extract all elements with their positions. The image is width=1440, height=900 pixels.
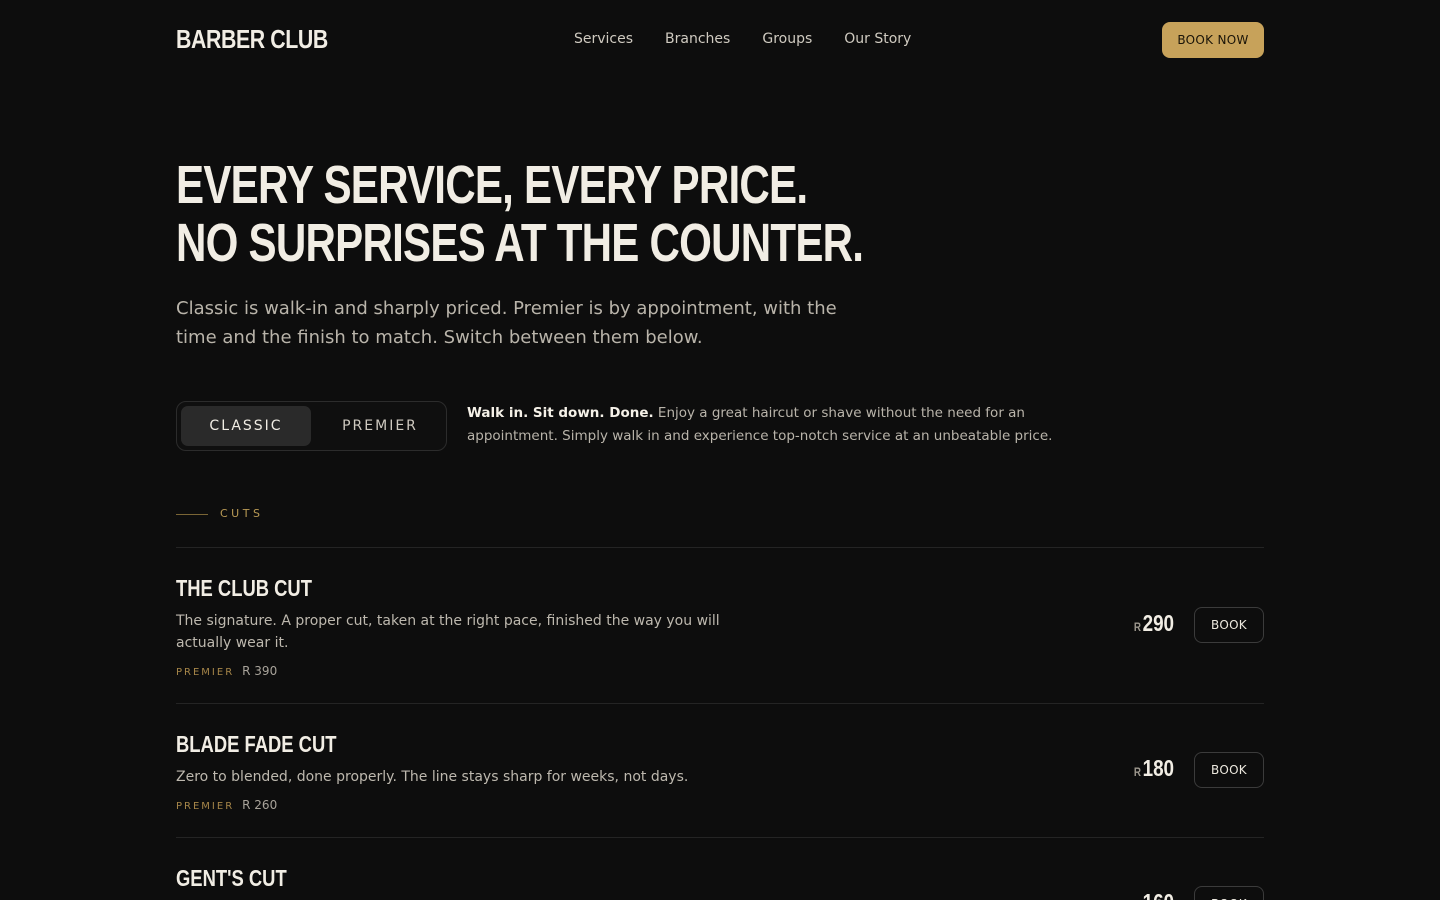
nav-link-our-story[interactable]: Our Story	[844, 31, 911, 47]
premier-price-note: PREMIER R 260	[176, 798, 277, 812]
page-subtitle: Classic is walk-in and sharply priced. P…	[176, 298, 837, 348]
site-header: BARBER CLUB Services Branches Groups Our…	[176, 22, 1264, 58]
page-title-line-2: NO SURPRISES AT THE COUNTER.	[176, 213, 864, 273]
nav-link-services[interactable]: Services	[574, 31, 633, 47]
nav-link-groups[interactable]: Groups	[762, 31, 812, 47]
tier-toggle: CLASSIC PREMIER	[176, 401, 447, 451]
book-service-button[interactable]: BOOK	[1194, 607, 1264, 643]
service-price: R160	[1134, 889, 1174, 900]
book-now-button[interactable]: BOOK NOW	[1162, 22, 1264, 58]
list-divider	[176, 703, 1264, 704]
service-item: THE CLUB CUT The signature. A proper cut…	[176, 575, 1264, 685]
service-price: R180	[1134, 755, 1174, 782]
page-title-line-1: EVERY SERVICE, EVERY PRICE.	[176, 155, 808, 215]
service-item: GENT'S CUT R160 BOOK	[176, 865, 1264, 900]
nav-link-branches[interactable]: Branches	[665, 31, 730, 47]
premier-label: PREMIER	[176, 801, 235, 812]
section-heading-rule	[176, 514, 208, 515]
site-logo[interactable]: BARBER CLUB	[176, 24, 328, 55]
tier-option-classic[interactable]: CLASSIC	[181, 406, 311, 446]
premier-price: R 260	[242, 798, 278, 812]
book-service-button[interactable]: BOOK	[1194, 886, 1264, 900]
premier-price-note: PREMIER R 390	[176, 664, 277, 678]
tier-description-lead: Walk in. Sit down. Done.	[467, 405, 654, 421]
service-item: BLADE FADE CUT Zero to blended, done pro…	[176, 731, 1264, 821]
list-divider	[176, 837, 1264, 838]
section-heading-label: CUTS	[220, 507, 264, 520]
service-description: The signature. A proper cut, taken at th…	[176, 613, 720, 651]
tier-option-premier[interactable]: PREMIER	[317, 406, 443, 446]
book-service-button[interactable]: BOOK	[1194, 752, 1264, 788]
service-name: THE CLUB CUT	[176, 575, 312, 601]
service-description: Zero to blended, done properly. The line…	[176, 769, 689, 785]
price-amount: 160	[1143, 889, 1174, 900]
price-currency: R	[1133, 620, 1141, 634]
price-currency: R	[1133, 765, 1141, 779]
service-name: BLADE FADE CUT	[176, 731, 337, 757]
service-price: R290	[1134, 610, 1174, 637]
list-divider	[176, 547, 1264, 548]
main-nav: Services Branches Groups Our Story	[574, 31, 911, 47]
premier-label: PREMIER	[176, 667, 235, 678]
tier-description: Walk in. Sit down. Done. Enjoy a great h…	[467, 402, 1057, 448]
price-amount: 290	[1142, 610, 1174, 636]
page-title: EVERY SERVICE, EVERY PRICE. NO SURPRISES…	[176, 155, 864, 273]
price-amount: 180	[1142, 755, 1174, 781]
premier-price: R 390	[242, 664, 278, 678]
service-name: GENT'S CUT	[176, 865, 287, 891]
